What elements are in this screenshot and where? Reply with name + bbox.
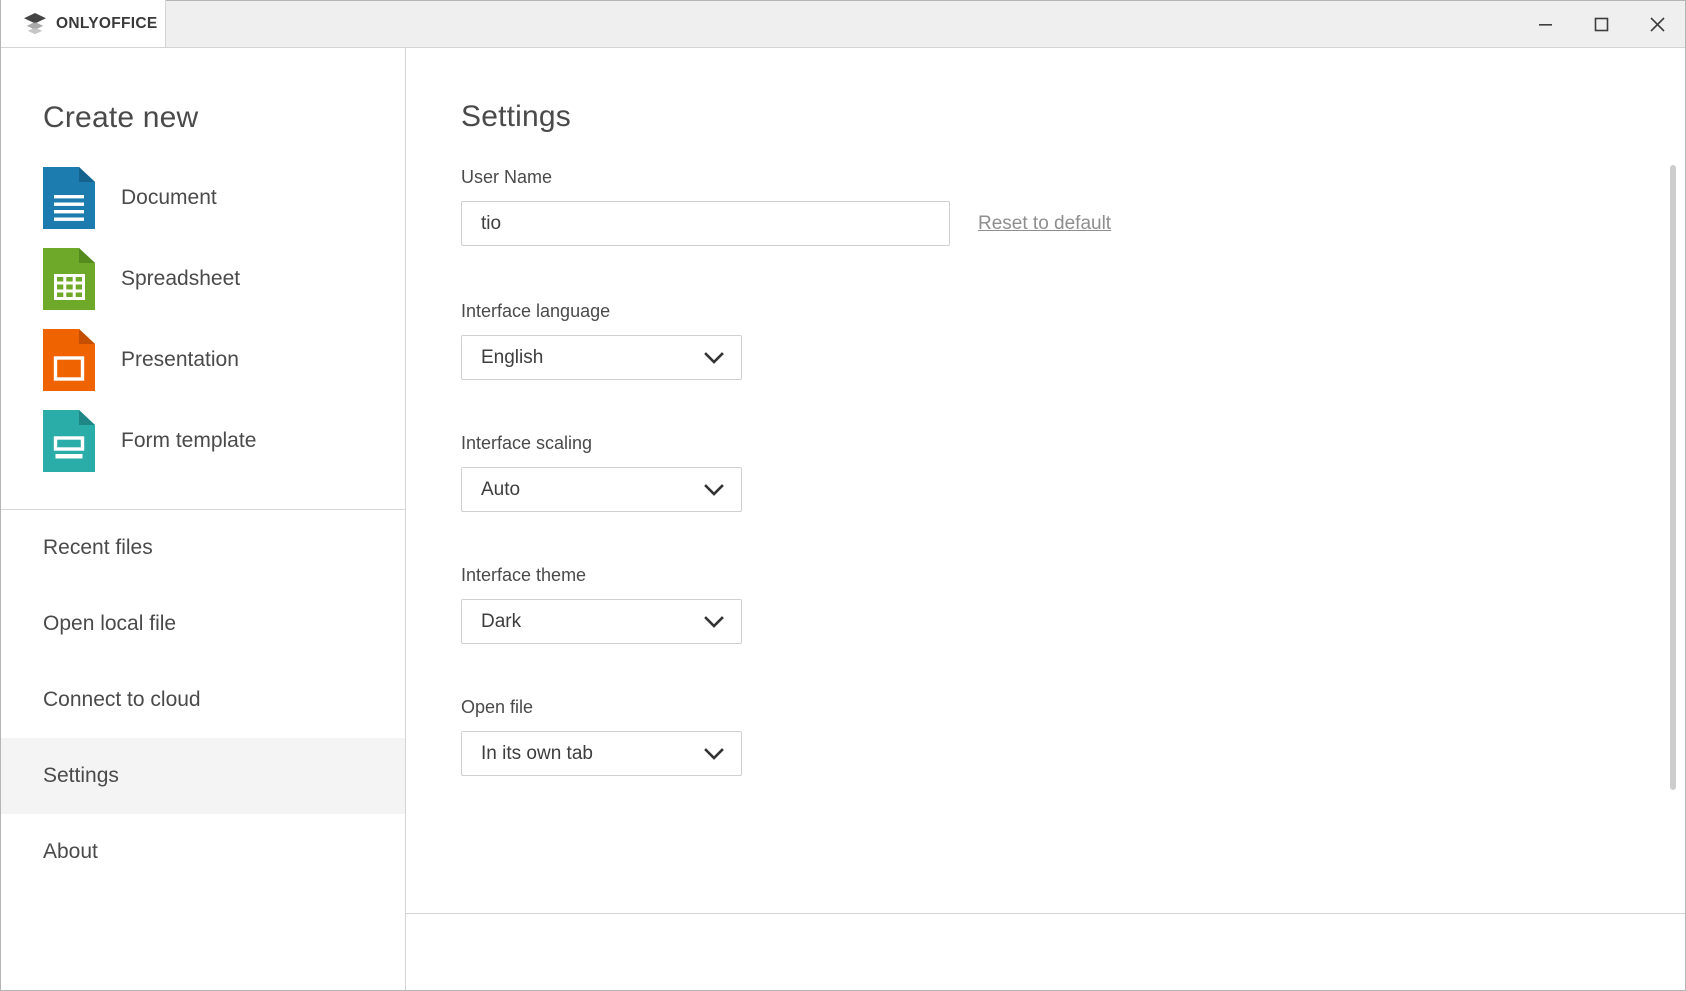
open-file-value: In its own tab: [481, 742, 593, 764]
settings-footer: [406, 914, 1685, 990]
spreadsheet-file-icon: [43, 247, 95, 310]
create-new-list: Document Spreadsheet Presentation Form t…: [1, 157, 405, 481]
settings-scrollbar-thumb[interactable]: [1670, 165, 1676, 790]
interface-language-value: English: [481, 346, 544, 368]
settings-content: Settings User Name Reset to default Inte…: [406, 48, 1685, 913]
interface-language-select[interactable]: English: [461, 335, 742, 380]
create-item-document[interactable]: Document: [1, 157, 405, 238]
chevron-down-icon: [704, 747, 724, 760]
chevron-down-icon: [704, 483, 724, 496]
create-item-label: Presentation: [121, 347, 239, 371]
minimize-button[interactable]: [1517, 1, 1573, 48]
interface-scaling-select[interactable]: Auto: [461, 467, 742, 512]
layers-stack-icon: [23, 12, 47, 35]
title-bar: ONLYOFFICE: [1, 0, 1685, 48]
interface-theme-select[interactable]: Dark: [461, 599, 742, 644]
chevron-down-icon: [704, 615, 724, 628]
reset-to-default-link[interactable]: Reset to default: [978, 213, 1111, 235]
field-interface-theme: Interface theme Dark: [461, 565, 1685, 644]
interface-scaling-value: Auto: [481, 478, 521, 500]
sidebar-item-open-local-file[interactable]: Open local file: [1, 586, 405, 662]
close-icon: [1649, 17, 1665, 32]
create-new-heading: Create new: [43, 101, 199, 134]
page-title: Settings: [461, 100, 571, 133]
field-interface-scaling: Interface scaling Auto: [461, 433, 1685, 512]
sidebar: Create new Document Spreadsheet Presenta…: [1, 48, 406, 990]
minimize-icon: [1538, 24, 1552, 26]
field-open-file: Open file In its own tab: [461, 697, 1685, 776]
brand-title: ONLYOFFICE: [56, 14, 158, 32]
interface-theme-value: Dark: [481, 610, 522, 632]
chevron-down-icon: [704, 351, 724, 364]
interface-language-label: Interface language: [461, 301, 611, 321]
open-file-label: Open file: [461, 697, 534, 717]
sidebar-item-about[interactable]: About: [1, 814, 405, 890]
sidebar-item-settings[interactable]: Settings: [1, 738, 405, 814]
create-item-label: Form template: [121, 428, 257, 452]
maximize-button[interactable]: [1573, 1, 1629, 48]
create-item-presentation[interactable]: Presentation: [1, 319, 405, 400]
settings-panel: Settings User Name Reset to default Inte…: [406, 48, 1685, 990]
window-controls: [1517, 1, 1685, 48]
document-file-icon: [43, 166, 95, 229]
user-name-input[interactable]: [461, 201, 950, 246]
brand-tab[interactable]: ONLYOFFICE: [1, 0, 166, 47]
field-user-name: User Name Reset to default: [461, 167, 1685, 246]
open-file-select[interactable]: In its own tab: [461, 731, 742, 776]
sidebar-nav: Recent files Open local file Connect to …: [1, 510, 405, 890]
create-item-spreadsheet[interactable]: Spreadsheet: [1, 238, 405, 319]
settings-scrollbar-track[interactable]: [1670, 118, 1676, 878]
onlyoffice-desktop-window: ONLYOFFICE Create new Document Spreadshe…: [0, 0, 1686, 991]
presentation-file-icon: [43, 328, 95, 391]
user-name-label: User Name: [461, 167, 553, 187]
sidebar-item-connect-to-cloud[interactable]: Connect to cloud: [1, 662, 405, 738]
close-button[interactable]: [1629, 1, 1685, 48]
interface-scaling-label: Interface scaling: [461, 433, 593, 453]
maximize-icon: [1594, 17, 1608, 32]
interface-theme-label: Interface theme: [461, 565, 587, 585]
field-interface-language: Interface language English: [461, 301, 1685, 380]
create-item-label: Document: [121, 185, 217, 209]
window-body: Create new Document Spreadsheet Presenta…: [1, 48, 1685, 990]
form-template-file-icon: [43, 409, 95, 472]
sidebar-item-recent-files[interactable]: Recent files: [1, 510, 405, 586]
create-item-label: Spreadsheet: [121, 266, 241, 290]
create-item-form-template[interactable]: Form template: [1, 400, 405, 481]
